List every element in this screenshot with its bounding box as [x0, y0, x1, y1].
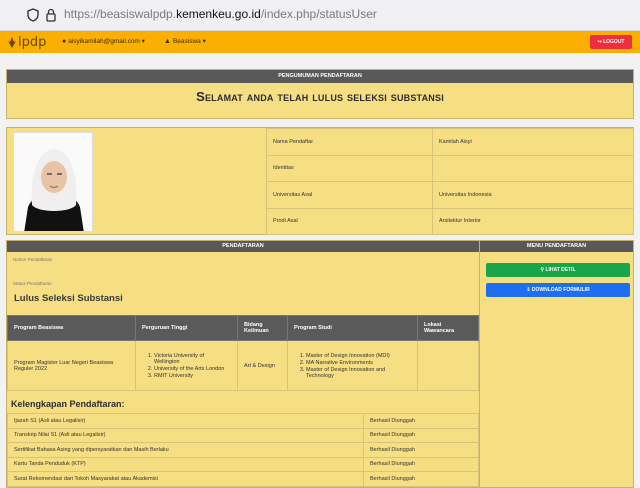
browser-url-bar: https://beasiswalpdp.kemenkeu.go.id/inde…: [0, 0, 640, 31]
profile-row: Universitas Asal Universitas Indonesia: [266, 181, 634, 209]
document-status: Berhasil Diunggah: [363, 413, 479, 429]
nomor-pendaftaran-label: Nomor Pendaftaran: [13, 257, 53, 262]
document-name: Sertifikat Bahasa Asing yang dipersyarat…: [7, 442, 364, 458]
column-header: Program Beasiswa: [7, 315, 136, 341]
document-name: Transkrip Nilai S1 (Asli atau Legalisir): [7, 427, 364, 443]
bidang-cell: Art & Design: [237, 340, 288, 391]
document-row: Surat Rekomendasi dari Tokoh Masyarakat …: [7, 471, 479, 487]
profile-row: Identitas: [266, 154, 634, 182]
university-cell: Victoria University of Wellington Univer…: [135, 340, 238, 391]
profile-label: Identitas: [266, 154, 433, 182]
profile-label: Nama Pendaftar: [266, 128, 433, 156]
column-header: Bidang Keilmuan: [237, 315, 288, 341]
url-prefix: https://beasiswalpdp.: [64, 7, 177, 21]
document-status: Berhasil Diunggah: [363, 427, 479, 443]
profile-row: Nama Pendaftar Kamilah Aisyi: [266, 128, 634, 156]
user-email: aisyikamilah@gmail.com: [68, 38, 140, 45]
logo-text: lpdp: [18, 34, 47, 50]
document-name: Surat Rekomendasi dari Tokoh Masyarakat …: [7, 471, 364, 487]
logout-label: LOGOUT: [603, 39, 625, 45]
download-formulir-button[interactable]: ⇩ DOWNLOAD FORMULIR: [486, 283, 630, 297]
profile-panel: Nama Pendaftar Kamilah Aisyi Identitas U…: [6, 127, 634, 235]
registration-header: PENDAFTARAN: [7, 241, 479, 252]
chevron-down-icon: ▾: [141, 38, 145, 45]
lihat-detil-label: LIHAT DETIL: [545, 267, 576, 273]
document-row: Transkrip Nilai S1 (Asli atau Legalisir)…: [7, 427, 479, 443]
program-table: Program Beasiswa Perguruan Tinggi Bidang…: [7, 315, 479, 391]
university-item: RMIT University: [154, 373, 231, 379]
profile-photo: [13, 132, 93, 232]
table-header-row: Program Beasiswa Perguruan Tinggi Bidang…: [7, 315, 479, 341]
kelengkapan-title: Kelengkapan Pendaftaran:: [11, 399, 125, 409]
user-icon: ●: [62, 38, 67, 45]
lpdp-logo[interactable]: lpdp: [7, 34, 46, 50]
shield-icon[interactable]: [26, 8, 40, 22]
table-row: Program Magister Luar Negeri Beasiswa Re…: [7, 340, 479, 391]
status-value: Lulus Seleksi Substansi: [14, 293, 123, 304]
profile-row: Prodi Asal Arsitektur Interior: [266, 207, 634, 235]
url-text[interactable]: https://beasiswalpdp.kemenkeu.go.id/inde…: [64, 7, 377, 21]
documents-table: Ijazah S1 (Asli atau Legalisir) Berhasil…: [7, 413, 479, 487]
announcement-title: Selamat anda telah lulus seleksi substan…: [196, 89, 444, 104]
document-status: Berhasil Diunggah: [363, 471, 479, 487]
profile-value: Universitas Indonesia: [432, 181, 634, 209]
study-program-cell: Master of Design Innovation (MDI) MA Nar…: [287, 340, 418, 391]
profile-value: Arsitektur Interior: [432, 207, 634, 235]
document-row: Ijazah S1 (Asli atau Legalisir) Berhasil…: [7, 413, 479, 429]
lihat-detil-button[interactable]: ⚲ LIHAT DETIL: [486, 263, 630, 277]
announcement-panel: PENGUMUMAN PENDAFTARAN Selamat anda tela…: [6, 69, 634, 119]
lock-icon[interactable]: [44, 8, 58, 22]
column-header: Program Studi: [287, 315, 418, 341]
study-program-item: MA Narrative Environments: [306, 360, 411, 366]
user-menu[interactable]: ● aisyikamilah@gmail.com ▾: [62, 37, 145, 45]
logout-button[interactable]: ↪ LOGOUT: [590, 35, 632, 49]
menu-panel: MENU PENDAFTARAN ⚲ LIHAT DETIL ⇩ DOWNLOA…: [479, 240, 634, 488]
app-navbar: lpdp ● aisyikamilah@gmail.com ▾ ▲ Beasiswa…: [0, 31, 640, 53]
column-header: Perguruan Tinggi: [135, 315, 238, 341]
document-name: Kartu Tanda Penduduk (KTP): [7, 456, 364, 472]
profile-table: Nama Pendaftar Kamilah Aisyi Identitas U…: [266, 128, 634, 235]
graduation-cap-icon: ▲: [164, 38, 171, 45]
profile-value: [432, 154, 634, 182]
column-header: Lokasi Wawancara: [417, 315, 479, 341]
university-item: University of the Arts London: [154, 366, 231, 372]
chevron-down-icon: ▾: [202, 38, 206, 45]
profile-value: Kamilah Aisyi: [432, 128, 634, 156]
url-domain: kemenkeu.go.id: [176, 7, 261, 21]
beasiswa-menu[interactable]: ▲ Beasiswa ▾: [164, 37, 206, 45]
study-program-item: Master of Design Innovation (MDI): [306, 353, 411, 359]
document-row: Sertifikat Bahasa Asing yang dipersyarat…: [7, 442, 479, 458]
document-row: Kartu Tanda Penduduk (KTP) Berhasil Diun…: [7, 456, 479, 472]
document-status: Berhasil Diunggah: [363, 442, 479, 458]
menu-header: MENU PENDAFTARAN: [480, 241, 633, 252]
lpdp-flame-icon: [8, 37, 16, 48]
download-formulir-label: DOWNLOAD FORMULIR: [531, 287, 590, 293]
beasiswa-label: Beasiswa: [172, 38, 201, 45]
document-status: Berhasil Diunggah: [363, 456, 479, 472]
url-path: /index.php/statusUser: [260, 7, 377, 21]
profile-label: Universitas Asal: [266, 181, 433, 209]
university-item: Victoria University of Wellington: [154, 353, 231, 365]
announcement-header: PENGUMUMAN PENDAFTARAN: [7, 70, 633, 83]
document-name: Ijazah S1 (Asli atau Legalisir): [7, 413, 364, 429]
lokasi-cell: [417, 340, 479, 391]
study-program-item: Master of Design Innovation and Technolo…: [306, 367, 411, 379]
registration-panel: PENDAFTARAN Nomor Pendaftaran Status Pen…: [6, 240, 480, 488]
status-pendaftaran-label: Status Pendaftaran: [13, 281, 52, 286]
program-cell: Program Magister Luar Negeri Beasiswa Re…: [7, 340, 136, 391]
profile-label: Prodi Asal: [266, 207, 433, 235]
